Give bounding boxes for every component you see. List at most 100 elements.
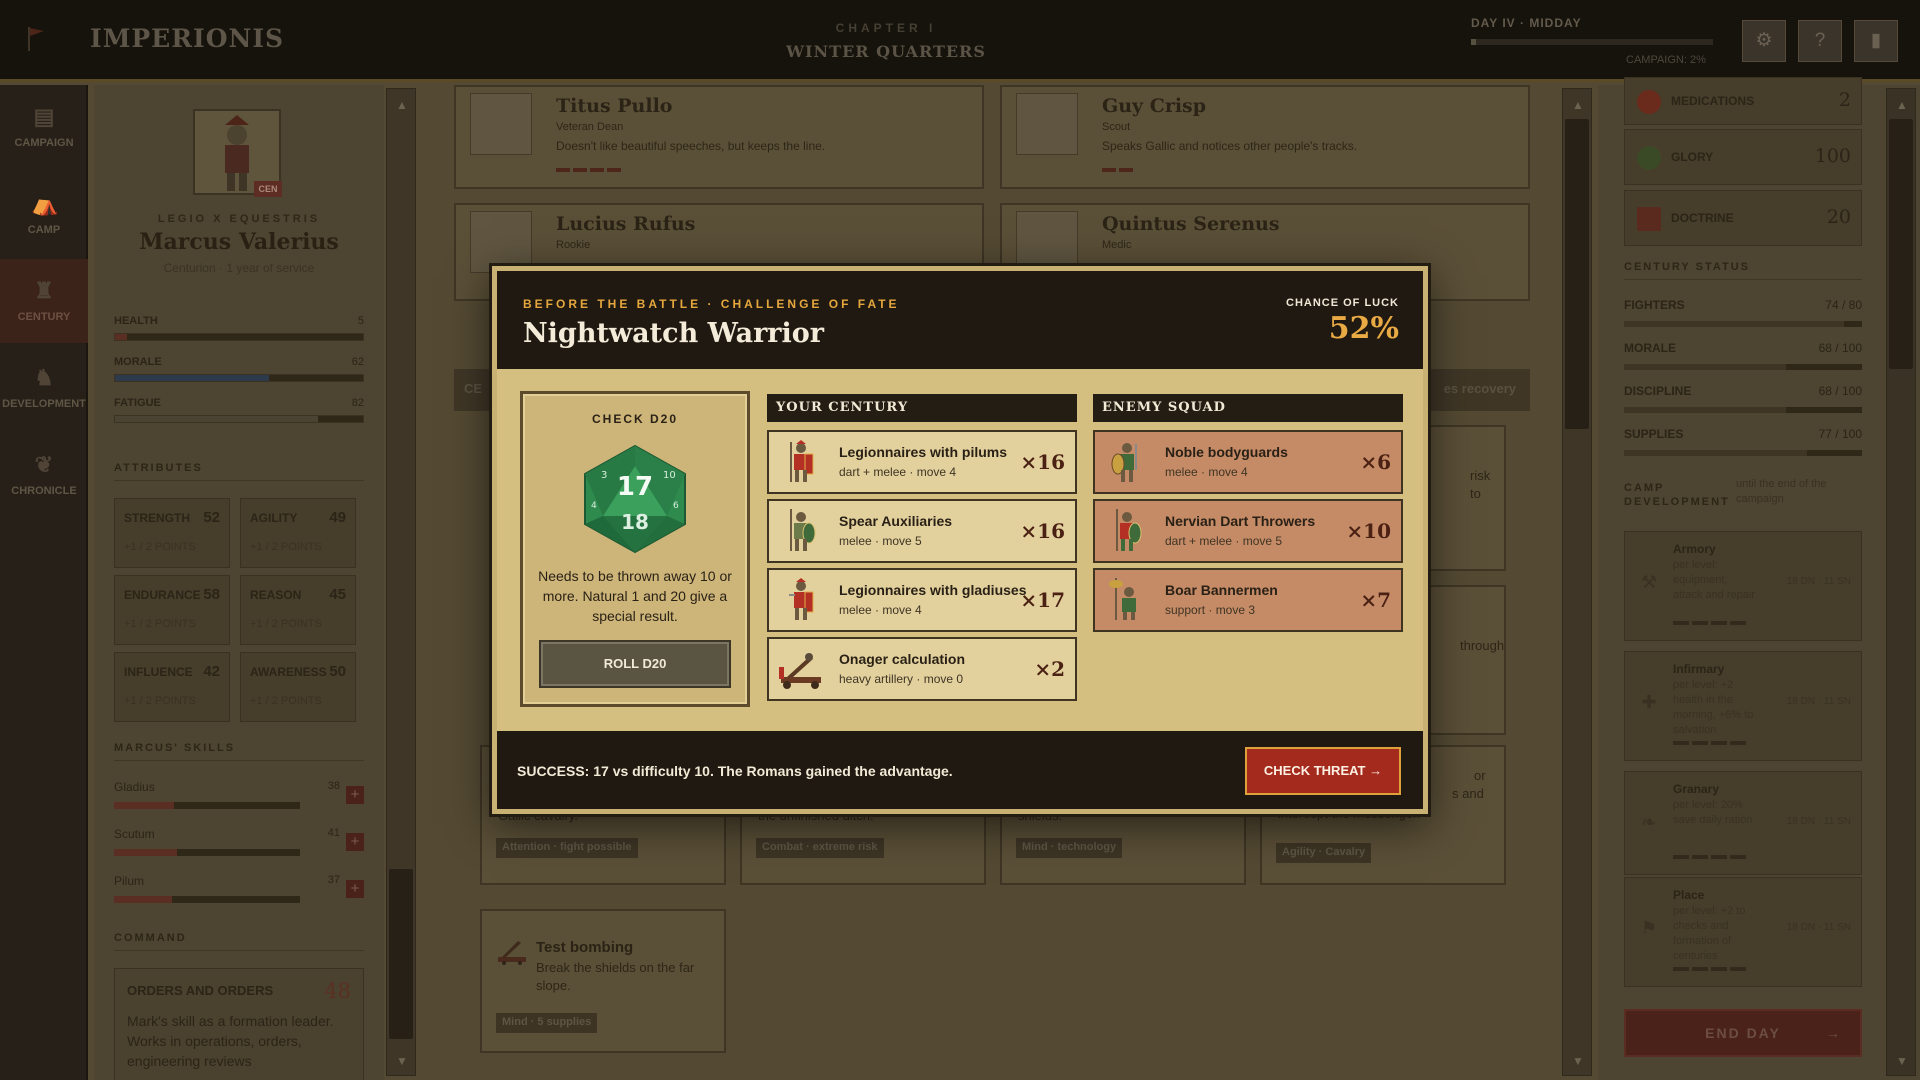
soldier-card[interactable]: Titus Pullo Veteran Dean Doesn't like be… <box>454 85 984 189</box>
scroll-up-arrow[interactable]: ▲ <box>1563 93 1593 117</box>
nav-campaign[interactable]: ▤ CAMPAIGN <box>0 85 88 169</box>
help-button[interactable]: ? <box>1798 20 1842 62</box>
nav-chronicle[interactable]: ❦ CHRONICLE <box>0 433 88 517</box>
stat-label: HEALTH <box>114 315 158 327</box>
status-bar <box>1624 407 1862 413</box>
mission-desc: or <box>1474 768 1486 783</box>
check-threat-button[interactable]: CHECK THREAT → <box>1245 747 1401 795</box>
enemy-squad-heading: ENEMY SQUAD <box>1093 394 1403 422</box>
end-day-button[interactable]: END DAY → <box>1624 1009 1862 1057</box>
ally-unit-row[interactable]: Legionnaires with gladiuses melee · move… <box>767 568 1077 632</box>
enemy-unit-row[interactable]: Noble bodyguards melee · move 4 ×6 <box>1093 430 1403 494</box>
status-fighters: FIGHTERS 74 / 80 <box>1624 298 1862 327</box>
left-nav: ▤ CAMPAIGN ⛺ CAMP ♜ CENTURY ♞ DEVELOPMENT ❦ C… <box>0 85 88 1080</box>
skill-plus-button[interactable]: + <box>346 786 364 804</box>
legion-label: LEGIO X EQUESTRIS <box>157 213 321 225</box>
attribute-influence[interactable]: INFLUENCE 42 +1 / 2 POINTS <box>114 652 230 722</box>
luck-label: CHANCE OF LUCK <box>1286 297 1399 309</box>
exit-button[interactable]: ▮ <box>1854 20 1898 62</box>
check-label: CHECK D20 <box>591 412 678 426</box>
skill-plus-button[interactable]: + <box>346 833 364 851</box>
ally-unit-row[interactable]: Legionnaires with pilums dart + melee · … <box>767 430 1077 494</box>
flag-icon <box>28 27 44 51</box>
tab-fragment[interactable]: CE <box>454 369 494 411</box>
health-stat: HEALTH 5 <box>114 315 364 341</box>
dev-armory[interactable]: ⚒ Armory per level: equipment, attack and … <box>1624 531 1862 641</box>
rank-badge: CEN <box>254 181 282 197</box>
boar-banner-icon <box>1109 578 1136 620</box>
camp-dev-note: until the end of the campaign <box>1736 478 1827 505</box>
scroll-up-arrow[interactable]: ▲ <box>1887 93 1917 117</box>
mission-desc: s and <box>1452 786 1484 801</box>
scroll-up-arrow[interactable]: ▲ <box>387 93 417 117</box>
stat-bar <box>114 333 364 341</box>
soldier-desc: Speaks Gallic and notices other people's… <box>1102 139 1358 153</box>
status-morale: MORALE 68 / 100 <box>1624 341 1862 370</box>
main-scrollbar[interactable]: ▲ ▼ <box>1562 88 1592 1076</box>
nav-development[interactable]: ♞ DEVELOPMENT <box>0 346 88 430</box>
stat-value: 5 <box>357 315 364 327</box>
attribute-name: ENDURANCE <box>124 588 201 602</box>
medicine-icon <box>1637 90 1661 114</box>
stat-label: FATIGUE <box>114 397 161 409</box>
morale-stat: MORALE 62 <box>114 356 364 382</box>
settings-button[interactable]: ⚙ <box>1742 20 1786 62</box>
soldier-role: Medic <box>1102 239 1132 251</box>
scroll-thumb[interactable] <box>389 869 413 1039</box>
scroll-down-arrow[interactable]: ▼ <box>1887 1049 1917 1073</box>
soldier-role: Rookie <box>556 239 591 251</box>
dev-infirmary[interactable]: ✚ Infirmary per level: +2 health in the mo… <box>1624 651 1862 761</box>
soldier-pips <box>556 159 646 172</box>
attribute-agility[interactable]: AGILITY 49 +1 / 2 POINTS <box>240 498 356 568</box>
skill-plus-button[interactable]: + <box>346 880 364 898</box>
status-value: 74 / 80 <box>1825 298 1862 312</box>
attribute-value: 45 <box>329 586 346 603</box>
attribute-awareness[interactable]: AWARENESS 50 +1 / 2 POINTS <box>240 652 356 722</box>
ally-unit-row[interactable]: Spear Auxiliaries melee · move 5 ×16 <box>767 499 1077 563</box>
soldier-name: Guy Crisp <box>1102 95 1207 117</box>
ally-unit-row[interactable]: Onager calculation heavy artillery · mov… <box>767 637 1077 701</box>
mission-tag: Combat · extreme risk <box>756 838 884 858</box>
right-scrollbar[interactable]: ▲ ▼ <box>1886 88 1916 1076</box>
dev-pips <box>1673 732 1749 750</box>
soldier-icon: ♜ <box>34 278 54 303</box>
dev-time: 18 DN · 11 SN <box>1786 816 1851 827</box>
scroll-thumb[interactable] <box>1565 119 1589 429</box>
attribute-strength[interactable]: STRENGTH 52 +1 / 2 POINTS <box>114 498 230 568</box>
command-card[interactable]: ORDERS AND ORDERS 48 Mark's skill as a f… <box>114 968 364 1080</box>
dialog-title: Nightwatch Warrior <box>523 318 825 349</box>
enemy-unit-row[interactable]: Boar Bannermen support · move 3 ×7 <box>1093 568 1403 632</box>
nav-camp[interactable]: ⛺ CAMP <box>0 172 88 256</box>
resource-doctrine: DOCTRINE 20 <box>1624 190 1862 246</box>
scroll-thumb[interactable] <box>1889 119 1913 369</box>
scroll-down-arrow[interactable]: ▼ <box>1563 1049 1593 1073</box>
stat-label: MORALE <box>114 356 162 368</box>
tent-icon: ⛺ <box>31 191 59 216</box>
skill-name: Pilum <box>114 874 145 888</box>
enemy-unit-row[interactable]: Nervian Dart Throwers dart + melee · mov… <box>1093 499 1403 563</box>
dev-granary[interactable]: ❧ Granary per level: 20% save daily ration… <box>1624 771 1862 875</box>
left-scrollbar[interactable]: ▲ ▼ <box>386 88 416 1076</box>
unit-name: Legionnaires with pilums <box>839 444 1008 460</box>
attribute-points: +1 / 2 POINTS <box>250 695 322 707</box>
nav-century[interactable]: ♜ CENTURY <box>0 259 88 343</box>
skill-value: 41 <box>327 827 340 839</box>
mission-desc: risk to <box>1470 468 1491 501</box>
dev-place[interactable]: ⚑ Place per level: +2 to checks and format… <box>1624 877 1862 987</box>
banner-icon: ⚑ <box>1640 918 1658 938</box>
attribute-endurance[interactable]: ENDURANCE 58 +1 / 2 POINTS <box>114 575 230 645</box>
attribute-value: 58 <box>203 586 220 603</box>
dev-name: Granary <box>1673 782 1720 796</box>
skill-bar <box>114 896 300 903</box>
stat-value: 62 <box>351 356 364 368</box>
attribute-reason[interactable]: REASON 45 +1 / 2 POINTS <box>240 575 356 645</box>
soldier-card[interactable]: Guy Crisp Scout Speaks Gallic and notice… <box>1000 85 1530 189</box>
scroll-down-arrow[interactable]: ▼ <box>387 1049 417 1073</box>
legionary-icon <box>789 578 814 620</box>
resource-value: 20 <box>1826 206 1851 228</box>
mission-card-test-bombing[interactable]: Test bombing Break the shields on the fa… <box>480 909 726 1053</box>
auxiliary-icon <box>790 509 816 551</box>
attribute-points: +1 / 2 POINTS <box>124 541 196 553</box>
roll-d20-button[interactable]: ROLL D20 <box>539 640 731 688</box>
exit-icon: ▮ <box>1870 30 1882 51</box>
